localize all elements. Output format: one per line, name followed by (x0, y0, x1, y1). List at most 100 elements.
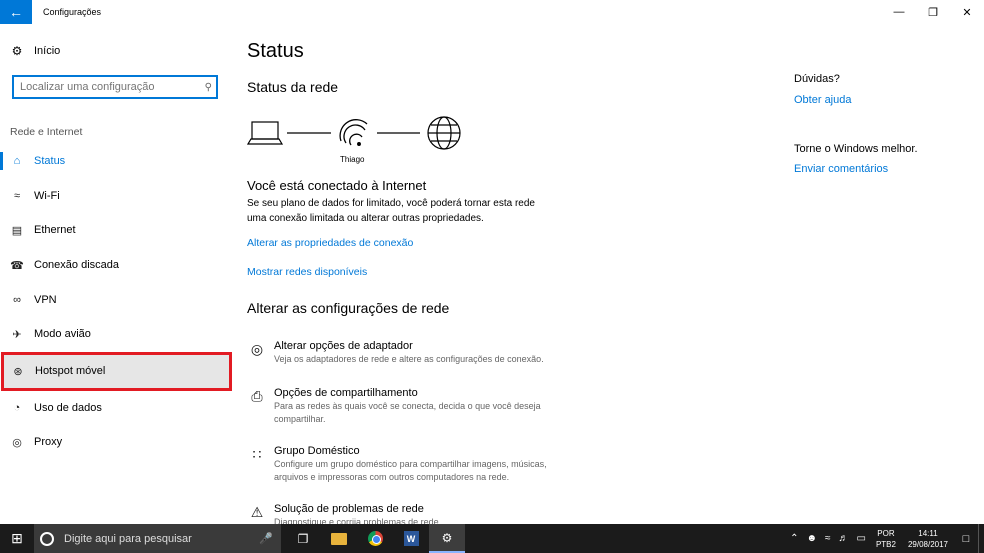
feedback-link[interactable]: Enviar comentários (794, 163, 888, 175)
laptop-icon (247, 121, 284, 145)
taskbar-apps: ❐ W ⚙ (285, 524, 465, 553)
chevron-up-icon[interactable]: ⌃ (790, 533, 798, 544)
language-indicator[interactable]: POR PTB2 (876, 528, 896, 550)
task-view-icon: ❐ (297, 531, 309, 546)
people-icon[interactable]: ☻ (806, 533, 817, 544)
taskbar: ⊞ Digite aqui para pesquisar 🎤 ❐ W ⚙ ⌃ ☻… (0, 524, 984, 553)
chrome-icon (367, 531, 383, 546)
connection-status-title: Você está conectado à Internet (247, 178, 427, 193)
gear-icon: ⚙ (441, 530, 453, 545)
globe-icon (427, 116, 461, 150)
sidebar-item-label: Hotspot móvel (35, 365, 106, 378)
window-title: Configurações (43, 7, 102, 17)
ethernet-icon: ▤ (11, 224, 23, 237)
connection-status-desc: Se seu plano de dados for limitado, você… (247, 198, 535, 224)
maximize-button[interactable]: ❐ (916, 0, 950, 24)
adapter-icon: ◎ (250, 341, 264, 357)
taskbar-search[interactable]: Digite aqui para pesquisar 🎤 (34, 524, 281, 553)
minimize-button[interactable]: — (882, 0, 916, 24)
option-title: Grupo Doméstico (274, 445, 360, 457)
sidebar-item-dialup[interactable]: ☎ Conexão discada (0, 248, 232, 283)
sidebar-item-label: Conexão discada (34, 259, 120, 272)
airplane-icon: ✈ (12, 328, 22, 341)
microphone-icon[interactable]: 🎤 (259, 532, 273, 545)
questions-heading: Dúvidas? (794, 73, 840, 85)
sidebar-item-label: Uso de dados (34, 401, 102, 414)
file-explorer-button[interactable] (321, 524, 357, 553)
sidebar-item-label: Proxy (34, 436, 63, 449)
taskbar-search-placeholder: Digite aqui para pesquisar (64, 532, 192, 545)
search-icon[interactable]: ⚲ (205, 82, 212, 93)
title-bar: ← Configurações — ❐ ✕ (0, 0, 984, 24)
sidebar-item-label: Modo avião (34, 328, 91, 341)
sidebar-item-hotspot[interactable]: ⊛ Hotspot móvel (1, 351, 232, 391)
page-title: Status (247, 40, 304, 62)
option-desc: Veja os adaptadores de rede e altere as … (274, 354, 544, 364)
sidebar-item-label: Ethernet (34, 224, 76, 237)
option-title: Alterar opções de adaptador (274, 340, 413, 352)
homegroup-icon: ∷ (252, 446, 262, 462)
wifi-icon: ≈ (13, 189, 21, 202)
sidebar-item-vpn[interactable]: ∞ VPN (0, 282, 232, 317)
home-link[interactable]: ⚙ Início (10, 44, 61, 58)
option-title: Opções de compartilhamento (274, 387, 418, 399)
sidebar: ⚙ Início ⚲ Rede e Internet ⌂ Status ≈ Wi… (0, 24, 232, 524)
language-code: POR (877, 528, 895, 538)
hotspot-icon: ⊛ (13, 365, 23, 378)
option-adapter[interactable]: ◎ Alterar opções de adaptador Veja os ad… (247, 339, 574, 366)
improve-heading: Torne o Windows melhor. (794, 143, 918, 155)
option-title: Solução de problemas de rede (274, 503, 424, 515)
back-button[interactable]: ← (0, 0, 32, 24)
sidebar-item-airplane[interactable]: ✈ Modo avião (0, 317, 232, 352)
sidebar-item-wifi[interactable]: ≈ Wi-Fi (0, 179, 232, 214)
clock-time: 14:11 (918, 528, 938, 538)
show-desktop-button[interactable] (978, 524, 984, 553)
close-button[interactable]: ✕ (950, 0, 984, 24)
window-controls: — ❐ ✕ (882, 0, 984, 24)
sharing-icon: ⎙ (251, 388, 263, 404)
task-view-button[interactable]: ❐ (285, 524, 321, 553)
network-status-heading: Status da rede (247, 79, 339, 95)
option-homegroup[interactable]: ∷ Grupo Doméstico Configure um grupo dom… (247, 444, 574, 484)
battery-icon[interactable]: ▭ (856, 533, 865, 544)
clock-date: 29/08/2017 (907, 539, 948, 549)
search-input[interactable] (20, 81, 205, 93)
folder-icon (331, 532, 347, 545)
option-desc: Configure um grupo doméstico para compar… (274, 459, 547, 482)
option-desc: Diagnostique e corrija problemas de rede… (274, 517, 442, 524)
chrome-button[interactable] (357, 524, 393, 553)
sidebar-item-label: Status (34, 155, 66, 168)
sidebar-item-status[interactable]: ⌂ Status (0, 144, 232, 179)
change-connection-properties-link[interactable]: Alterar as propriedades de conexão (247, 237, 413, 249)
volume-icon[interactable]: ♬ (838, 533, 848, 544)
warning-icon: ⚠ (250, 504, 264, 520)
sidebar-item-label: VPN (34, 293, 57, 306)
nav-list: ⌂ Status ≈ Wi-Fi ▤ Ethernet ☎ Conexão di… (0, 144, 232, 460)
option-troubleshoot[interactable]: ⚠ Solução de problemas de rede Diagnosti… (247, 502, 574, 524)
home-label: Início (34, 45, 61, 57)
wifi-tray-icon[interactable]: ≈ (825, 533, 831, 544)
word-icon: W (403, 531, 419, 546)
option-desc: Para as redes às quais você se conecta, … (274, 401, 541, 424)
show-available-networks-link[interactable]: Mostrar redes disponíveis (247, 266, 367, 278)
clock[interactable]: 14:11 29/08/2017 (908, 528, 948, 550)
dialup-icon: ☎ (10, 259, 24, 272)
status-icon: ⌂ (13, 155, 21, 168)
option-sharing[interactable]: ⎙ Opções de compartilhamento Para as red… (247, 386, 574, 426)
wifi-signal-icon (339, 119, 368, 146)
keyboard-layout: PTB2 (875, 539, 896, 549)
notification-icon[interactable]: □ (954, 533, 978, 545)
system-tray: ⌃ ☻ ≈ ♬ ▭ POR PTB2 14:11 29/08/2017 □ (786, 524, 984, 553)
vpn-icon: ∞ (13, 293, 21, 306)
settings-window: ← Configurações — ❐ ✕ ⚙ Início ⚲ Rede e … (0, 0, 984, 524)
sidebar-item-proxy[interactable]: ◎ Proxy (0, 425, 232, 460)
word-button[interactable]: W (393, 524, 429, 553)
get-help-link[interactable]: Obter ajuda (794, 94, 851, 106)
sidebar-item-ethernet[interactable]: ▤ Ethernet (0, 213, 232, 248)
start-button[interactable]: ⊞ (0, 524, 34, 553)
sidebar-item-data-usage[interactable]: ◔ Uso de dados (0, 391, 232, 426)
settings-search[interactable]: ⚲ (12, 75, 218, 99)
arrow-left-icon: ← (9, 4, 23, 20)
data-usage-icon: ◔ (13, 401, 21, 414)
settings-taskbar-button[interactable]: ⚙ (429, 524, 465, 553)
